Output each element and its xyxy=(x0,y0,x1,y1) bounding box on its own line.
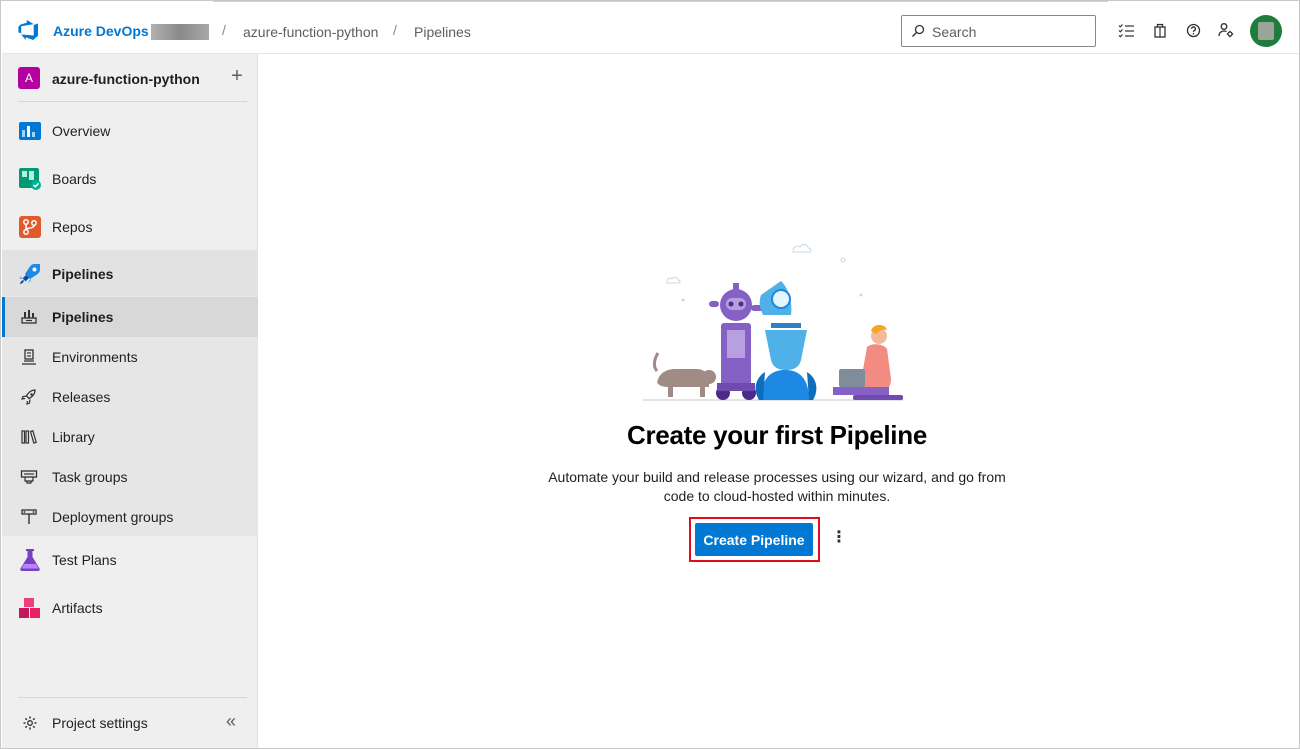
subnav-item-releases[interactable]: Releases xyxy=(2,377,258,417)
gear-icon xyxy=(23,716,37,730)
work-items-icon[interactable] xyxy=(1117,21,1135,39)
search-input[interactable] xyxy=(932,22,1082,42)
subnav-item-label: Environments xyxy=(52,349,138,365)
collapse-sidebar-icon[interactable]: « xyxy=(226,711,236,732)
user-settings-icon[interactable] xyxy=(1217,21,1235,39)
divider xyxy=(18,697,247,698)
brand-name[interactable]: Azure DevOps xyxy=(53,23,149,39)
artifacts-icon xyxy=(19,598,40,618)
subnav-item-environments[interactable]: Environments xyxy=(2,337,258,377)
deployment-groups-icon xyxy=(21,509,37,524)
sidebar-item-label: Test Plans xyxy=(52,552,117,568)
sidebar-item-label: Pipelines xyxy=(52,266,114,282)
subnav-item-label: Task groups xyxy=(52,469,128,485)
subnav-item-label: Library xyxy=(52,429,95,445)
pipelines-icon xyxy=(19,263,40,284)
overview-icon xyxy=(19,122,41,140)
project-settings-label: Project settings xyxy=(52,715,148,731)
breadcrumb-separator: / xyxy=(393,22,397,38)
library-icon xyxy=(21,430,37,444)
project-avatar: A xyxy=(18,67,40,89)
sidebar-item-artifacts[interactable]: Artifacts xyxy=(2,584,258,632)
sidebar-item-repos[interactable]: Repos xyxy=(2,203,258,251)
organization-name-redacted[interactable] xyxy=(151,24,209,40)
page-title: Create your first Pipeline xyxy=(627,420,927,450)
environments-icon xyxy=(22,349,36,365)
main-content: Create your first Pipeline Automate your… xyxy=(259,55,1299,748)
test-plans-icon xyxy=(20,549,40,571)
sidebar-item-label: Boards xyxy=(52,171,97,187)
breadcrumb-separator: / xyxy=(222,22,226,38)
pipeline-illustration xyxy=(643,244,903,401)
project-name[interactable]: azure-function-python xyxy=(52,71,200,87)
task-groups-icon xyxy=(20,470,38,484)
repos-icon xyxy=(19,216,41,238)
left-sidebar: A azure-function-python + Overview Board… xyxy=(2,54,258,748)
add-icon[interactable]: + xyxy=(227,65,247,87)
divider xyxy=(18,101,247,102)
sidebar-item-label: Overview xyxy=(52,123,111,139)
pipelines-sub-icon xyxy=(21,310,37,324)
project-settings[interactable]: Project settings « xyxy=(2,697,258,748)
user-avatar[interactable] xyxy=(1250,15,1282,47)
project-header[interactable]: A azure-function-python + xyxy=(2,54,258,102)
search-icon xyxy=(912,24,925,37)
sidebar-item-label: Artifacts xyxy=(52,600,103,616)
top-header: Azure DevOps / azure-function-python / P… xyxy=(2,2,1299,54)
marketplace-bag-icon[interactable] xyxy=(1151,21,1169,39)
breadcrumb-pipelines[interactable]: Pipelines xyxy=(414,24,471,40)
subnav-item-label: Pipelines xyxy=(52,309,114,325)
sidebar-item-boards[interactable]: Boards xyxy=(2,155,258,203)
help-icon[interactable] xyxy=(1184,21,1202,39)
app-window: Azure DevOps / azure-function-python / P… xyxy=(0,0,1300,749)
breadcrumb-project[interactable]: azure-function-python xyxy=(243,24,378,40)
releases-icon xyxy=(21,389,36,405)
search-box[interactable] xyxy=(901,15,1096,47)
page-description: Automate your build and release processe… xyxy=(548,469,1006,504)
sidebar-item-test-plans[interactable]: Test Plans xyxy=(2,536,258,584)
create-pipeline-button[interactable]: Create Pipeline xyxy=(695,523,813,556)
subnav-item-task-groups[interactable]: Task groups xyxy=(2,457,258,497)
sidebar-item-label: Repos xyxy=(52,219,93,235)
avatar-image xyxy=(1258,22,1274,40)
sidebar-item-pipelines[interactable]: Pipelines xyxy=(2,250,258,298)
subnav-item-deployment-groups[interactable]: Deployment groups xyxy=(2,497,258,537)
subnav-item-label: Releases xyxy=(52,389,111,405)
boards-icon xyxy=(19,168,41,190)
subnav-item-pipelines[interactable]: Pipelines xyxy=(2,297,258,337)
azure-devops-logo-icon[interactable] xyxy=(18,19,40,41)
more-options-icon[interactable]: ⋮ xyxy=(831,528,847,550)
subnav-item-library[interactable]: Library xyxy=(2,417,258,457)
sidebar-item-overview[interactable]: Overview xyxy=(2,107,258,155)
selection-indicator xyxy=(2,297,5,337)
subnav-item-label: Deployment groups xyxy=(52,509,174,525)
